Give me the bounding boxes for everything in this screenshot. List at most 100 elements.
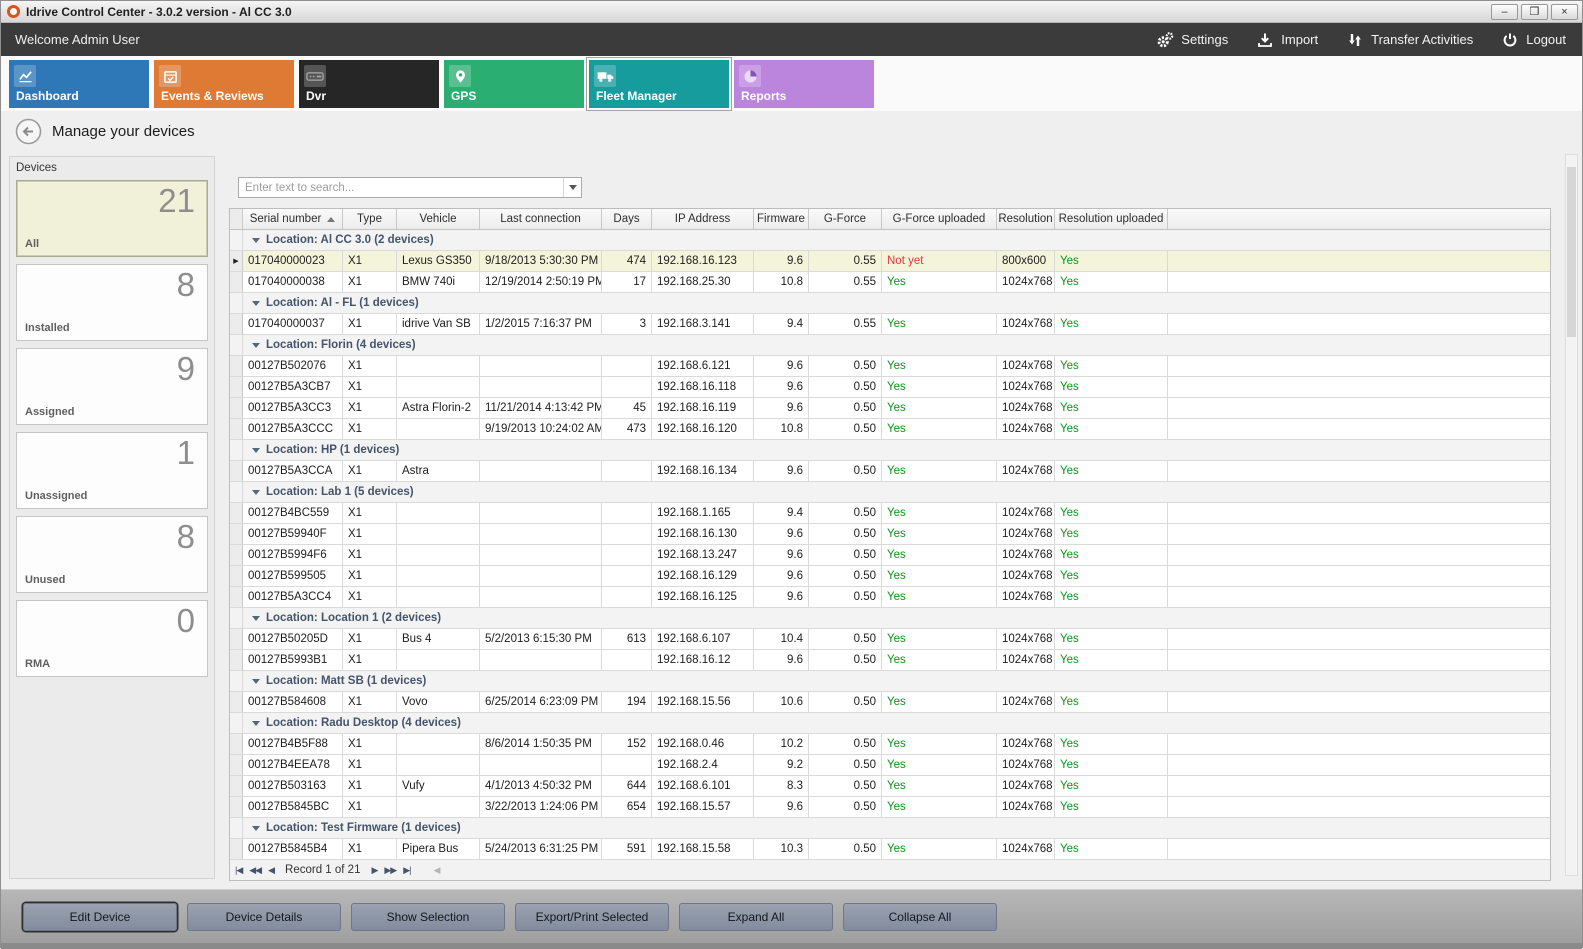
- device-row[interactable]: 00127B502076X1192.168.6.1219.60.50Yes102…: [230, 356, 1550, 377]
- filter-label: All: [25, 238, 39, 250]
- column-header-type[interactable]: Type: [343, 209, 397, 229]
- search-input[interactable]: [239, 178, 563, 197]
- group-row[interactable]: Location: HP (1 devices): [230, 440, 1550, 461]
- device-row[interactable]: 00127B5845BCX13/22/2013 1:24:06 PM654192…: [230, 797, 1550, 818]
- tab-gps[interactable]: GPS: [444, 60, 584, 108]
- filter-card-unused[interactable]: 8Unused: [16, 516, 208, 593]
- tab-events-reviews[interactable]: Events & Reviews: [154, 60, 294, 108]
- column-header-ip-address[interactable]: IP Address: [652, 209, 754, 229]
- back-button[interactable]: [15, 118, 42, 145]
- device-row[interactable]: 00127B4BC559X1192.168.1.1659.40.50Yes102…: [230, 503, 1550, 524]
- device-row[interactable]: 00127B5994F6X1192.168.13.2479.60.50Yes10…: [230, 545, 1550, 566]
- first-record-icon[interactable]: |◀: [235, 865, 242, 876]
- tab-reports[interactable]: Reports: [734, 60, 874, 108]
- prev-page-icon[interactable]: ◀◀: [249, 865, 261, 876]
- device-row[interactable]: 00127B5A3CB7X1192.168.16.1189.60.50Yes10…: [230, 377, 1550, 398]
- filter-card-installed[interactable]: 8Installed: [16, 264, 208, 341]
- device-row[interactable]: ▶017040000023X1Lexus GS3509/18/2013 5:30…: [230, 251, 1550, 272]
- column-header-g-force-uploaded[interactable]: G-Force uploaded: [882, 209, 997, 229]
- collapse-group-icon[interactable]: [252, 301, 260, 306]
- collapse-group-icon[interactable]: [252, 448, 260, 453]
- next-record-icon[interactable]: ▶: [371, 865, 377, 876]
- column-header-vehicle[interactable]: Vehicle: [397, 209, 480, 229]
- edit-device-button[interactable]: Edit Device: [23, 903, 177, 931]
- device-row[interactable]: 00127B5993B1X1192.168.16.129.60.50Yes102…: [230, 650, 1550, 671]
- device-details-button[interactable]: Device Details: [187, 903, 341, 931]
- settings-button[interactable]: Settings: [1156, 31, 1228, 49]
- logout-button[interactable]: Logout: [1501, 31, 1566, 49]
- collapse-group-icon[interactable]: [252, 826, 260, 831]
- group-row[interactable]: Location: Test Firmware (1 devices): [230, 818, 1550, 839]
- device-row[interactable]: 017040000038X1BMW 740i12/19/2014 2:50:19…: [230, 272, 1550, 293]
- cell-gforce: 0.50: [809, 398, 882, 418]
- column-header-resolution-uploaded[interactable]: Resolution uploaded: [1055, 209, 1168, 229]
- device-row[interactable]: 00127B503163X1Vufy4/1/2013 4:50:32 PM644…: [230, 776, 1550, 797]
- cell-resolution: 1024x768: [997, 377, 1055, 397]
- cell-type: X1: [343, 776, 397, 796]
- vertical-scrollbar[interactable]: [1565, 154, 1578, 876]
- filter-card-rma[interactable]: 0RMA: [16, 600, 208, 677]
- filter-card-assigned[interactable]: 9Assigned: [16, 348, 208, 425]
- minimize-button[interactable]: –: [1491, 4, 1518, 20]
- cell-vehicle: [397, 503, 480, 523]
- device-row[interactable]: 00127B50205DX1Bus 45/2/2013 6:15:30 PM61…: [230, 629, 1550, 650]
- filter-card-all[interactable]: 21All: [16, 180, 208, 257]
- device-row[interactable]: 00127B599505X1192.168.16.1299.60.50Yes10…: [230, 566, 1550, 587]
- device-row[interactable]: 00127B4B5F88X18/6/2014 1:50:35 PM152192.…: [230, 734, 1550, 755]
- device-row[interactable]: 00127B5845B4X1Pipera Bus5/24/2013 6:31:2…: [230, 839, 1550, 860]
- maximize-button[interactable]: ❐: [1521, 4, 1548, 20]
- collapse-group-icon[interactable]: [252, 679, 260, 684]
- device-row[interactable]: 00127B5A3CC3X1Astra Florin-211/21/2014 4…: [230, 398, 1550, 419]
- device-row[interactable]: 00127B584608X1Vovo6/25/2014 6:23:09 PM19…: [230, 692, 1550, 713]
- filter-card-unassigned[interactable]: 1Unassigned: [16, 432, 208, 509]
- show-selection-button[interactable]: Show Selection: [351, 903, 505, 931]
- expand-all-button[interactable]: Expand All: [679, 903, 833, 931]
- scroll-left-icon[interactable]: ◀: [434, 865, 440, 876]
- cell-firmware: 9.6: [754, 587, 809, 607]
- next-page-icon[interactable]: ▶▶: [384, 865, 396, 876]
- device-row[interactable]: 00127B5A3CCCX19/19/2013 10:24:02 AM47319…: [230, 419, 1550, 440]
- cell-gforce: 0.50: [809, 839, 882, 859]
- prev-record-icon[interactable]: ◀: [268, 865, 274, 876]
- cell-firmware: 9.2: [754, 755, 809, 775]
- cell-filler: [1168, 524, 1550, 544]
- scrollbar-thumb[interactable]: [1567, 167, 1576, 337]
- column-header-last-connection[interactable]: Last connection: [480, 209, 602, 229]
- group-row[interactable]: Location: Al CC 3.0 (2 devices): [230, 230, 1550, 251]
- cell-firmware: 9.4: [754, 314, 809, 334]
- device-row[interactable]: 00127B5A3CC4X1192.168.16.1259.60.50Yes10…: [230, 587, 1550, 608]
- column-header-days[interactable]: Days: [602, 209, 652, 229]
- collapse-all-button[interactable]: Collapse All: [843, 903, 997, 931]
- group-row[interactable]: Location: Location 1 (2 devices): [230, 608, 1550, 629]
- transfer-activities-button[interactable]: Transfer Activities: [1346, 31, 1473, 49]
- cell-last-connection: [480, 461, 602, 481]
- combo-dropdown-button[interactable]: [563, 178, 581, 197]
- group-row[interactable]: Location: Matt SB (1 devices): [230, 671, 1550, 692]
- column-header-g-force[interactable]: G-Force: [809, 209, 882, 229]
- group-row[interactable]: Location: Florin (4 devices): [230, 335, 1550, 356]
- export-print-selected-button[interactable]: Export/Print Selected: [515, 903, 669, 931]
- collapse-group-icon[interactable]: [252, 721, 260, 726]
- group-label: Location: Florin (4 devices): [266, 335, 416, 355]
- device-row[interactable]: 017040000037X1idrive Van SB1/2/2015 7:16…: [230, 314, 1550, 335]
- group-label: Location: Matt SB (1 devices): [266, 671, 426, 691]
- column-header-firmware[interactable]: Firmware: [754, 209, 809, 229]
- close-button[interactable]: ×: [1551, 4, 1578, 20]
- column-header-serial-number[interactable]: Serial number: [243, 209, 343, 229]
- group-row[interactable]: Location: Radu Desktop (4 devices): [230, 713, 1550, 734]
- collapse-group-icon[interactable]: [252, 343, 260, 348]
- collapse-group-icon[interactable]: [252, 490, 260, 495]
- device-row[interactable]: 00127B5A3CCAX1Astra192.168.16.1349.60.50…: [230, 461, 1550, 482]
- collapse-group-icon[interactable]: [252, 616, 260, 621]
- import-button[interactable]: Import: [1256, 31, 1318, 49]
- device-row[interactable]: 00127B4EEA78X1192.168.2.49.20.50Yes1024x…: [230, 755, 1550, 776]
- tab-dashboard[interactable]: Dashboard: [9, 60, 149, 108]
- column-header-resolution[interactable]: Resolution: [997, 209, 1055, 229]
- tab-fleet-manager[interactable]: Fleet Manager: [589, 60, 729, 108]
- collapse-group-icon[interactable]: [252, 238, 260, 243]
- device-row[interactable]: 00127B59940FX1192.168.16.1309.60.50Yes10…: [230, 524, 1550, 545]
- group-row[interactable]: Location: Al - FL (1 devices): [230, 293, 1550, 314]
- tab-dvr[interactable]: Dvr: [299, 60, 439, 108]
- last-record-icon[interactable]: ▶|: [403, 865, 410, 876]
- group-row[interactable]: Location: Lab 1 (5 devices): [230, 482, 1550, 503]
